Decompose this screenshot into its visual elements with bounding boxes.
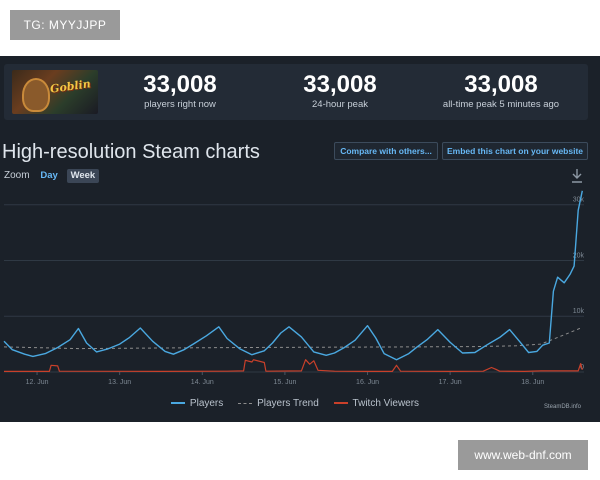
legend-label: Players Trend	[257, 398, 319, 409]
watermark-bottom: www.web-dnf.com	[458, 440, 588, 470]
game-thumbnail[interactable]: Goblin	[12, 70, 98, 114]
stats-bar: Goblin 33,008 players right now 33,008 2…	[4, 64, 588, 120]
x-tick-label: 18. Jun	[521, 379, 544, 386]
watermark-top: TG: MYYJJPP	[10, 10, 120, 40]
players-line	[3, 190, 583, 361]
x-tick-label: 15. Jun	[273, 379, 296, 386]
compare-button[interactable]: Compare with others...	[334, 142, 438, 160]
x-tick-label: 14. Jun	[191, 379, 214, 386]
stat-all-time-peak: 33,008 all-time peak 5 minutes ago	[432, 72, 570, 112]
legend-twitch-swatch	[333, 402, 348, 404]
y-tick-label: 10k	[573, 308, 585, 315]
zoom-week-button[interactable]: Week	[66, 169, 100, 183]
game-character-icon	[22, 78, 50, 112]
legend-label: Twitch Viewers	[352, 397, 420, 409]
game-logo-icon: Goblin	[49, 77, 92, 96]
stat-value: 33,008	[303, 71, 377, 98]
legend-label: Players	[189, 397, 224, 409]
x-tick-label: 16. Jun	[356, 379, 379, 386]
twitch-viewers-line	[4, 359, 583, 372]
stat-label: players right now	[144, 99, 216, 110]
embed-chart-button[interactable]: Embed this chart on your website	[442, 142, 588, 160]
steamdb-chart-panel: Goblin 33,008 players right now 33,008 2…	[0, 56, 600, 422]
stat-label: all-time peak 5 minutes ago	[442, 99, 560, 110]
chart-legend: Players Players Trend Twitch Viewers	[0, 396, 590, 409]
legend-players[interactable]: Players	[170, 397, 224, 409]
zoom-day-button[interactable]: Day	[36, 169, 61, 183]
stat-24h-peak: 33,008 24-hour peak	[274, 72, 406, 112]
x-tick-label: 17. Jun	[439, 379, 462, 386]
stat-label: 24-hour peak	[312, 99, 368, 110]
stat-players-now: 33,008 players right now	[114, 72, 246, 112]
chart-title: High-resolution Steam charts	[2, 141, 260, 163]
x-tick-label: 13. Jun	[108, 379, 131, 386]
steamdb-credit[interactable]: SteamDB.info	[544, 404, 581, 410]
legend-trend-swatch	[238, 403, 253, 404]
y-tick-label: 30k	[573, 197, 585, 204]
player-count-chart[interactable]: 010k20k30k12. Jun 13. Jun 14. Jun 15. Jun 16…	[0, 182, 590, 392]
legend-players-swatch	[170, 402, 185, 404]
legend-players-trend[interactable]: Players Trend	[238, 398, 319, 409]
legend-twitch-viewers[interactable]: Twitch Viewers	[333, 397, 420, 409]
x-tick-label: 12. Jun	[26, 379, 49, 386]
stat-value: 33,008	[464, 71, 538, 98]
stat-value: 33,008	[143, 71, 217, 98]
